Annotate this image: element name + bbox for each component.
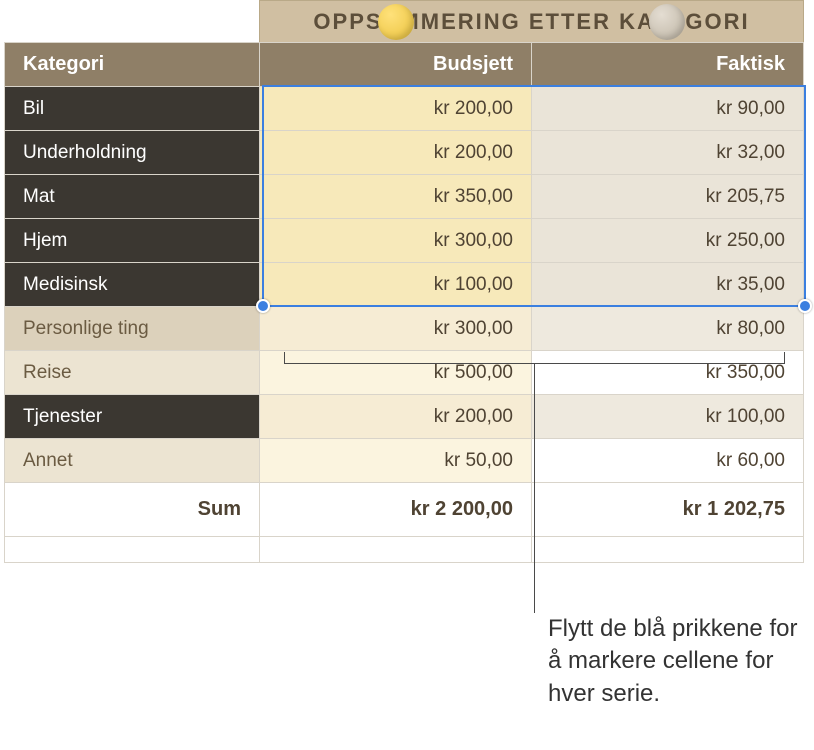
table-row[interactable]: Tjenester kr 200,00 kr 100,00	[5, 395, 804, 439]
cell-budget[interactable]: kr 350,00	[260, 175, 532, 219]
cell-category[interactable]: Bil	[5, 87, 260, 131]
col-header-category[interactable]: Kategori	[5, 43, 260, 87]
cell-category[interactable]: Medisinsk	[5, 263, 260, 307]
cell-actual[interactable]: kr 100,00	[532, 395, 804, 439]
cell-actual[interactable]: kr 350,00	[532, 351, 804, 395]
callout-text: Flytt de blå prikkene for å markere cell…	[548, 613, 808, 710]
header-row: Kategori Budsjett Faktisk	[5, 43, 804, 87]
budget-table-wrap: OPPSUMMERING ETTER KATEGORI Kategori Bud…	[4, 0, 804, 563]
series-dot-grey-icon	[649, 4, 685, 40]
budget-table[interactable]: Kategori Budsjett Faktisk Bil kr 200,00 …	[4, 42, 804, 563]
table-row[interactable]: Personlige ting kr 300,00 kr 80,00	[5, 307, 804, 351]
empty-row	[5, 537, 804, 563]
cell-category[interactable]: Hjem	[5, 219, 260, 263]
cell-actual[interactable]: kr 80,00	[532, 307, 804, 351]
cell-actual[interactable]: kr 60,00	[532, 439, 804, 483]
table-row[interactable]: Medisinsk kr 100,00 kr 35,00	[5, 263, 804, 307]
cell-actual[interactable]: kr 250,00	[532, 219, 804, 263]
table-row[interactable]: Mat kr 350,00 kr 205,75	[5, 175, 804, 219]
cell-category[interactable]: Reise	[5, 351, 260, 395]
table-title-bar: OPPSUMMERING ETTER KATEGORI	[259, 0, 804, 42]
cell-category[interactable]: Tjenester	[5, 395, 260, 439]
col-header-budget[interactable]: Budsjett	[260, 43, 532, 87]
cell-category[interactable]: Underholdning	[5, 131, 260, 175]
cell-budget[interactable]: kr 300,00	[260, 219, 532, 263]
cell-budget[interactable]: kr 200,00	[260, 87, 532, 131]
table-row[interactable]: Reise kr 500,00 kr 350,00	[5, 351, 804, 395]
cell-actual[interactable]: kr 35,00	[532, 263, 804, 307]
col-header-actual[interactable]: Faktisk	[532, 43, 804, 87]
table-row[interactable]: Hjem kr 300,00 kr 250,00	[5, 219, 804, 263]
cell-budget[interactable]: kr 200,00	[260, 131, 532, 175]
table-row[interactable]: Underholdning kr 200,00 kr 32,00	[5, 131, 804, 175]
sum-row[interactable]: Sum kr 2 200,00 kr 1 202,75	[5, 483, 804, 537]
sum-label[interactable]: Sum	[5, 483, 260, 537]
cell-actual[interactable]: kr 90,00	[532, 87, 804, 131]
table-row[interactable]: Annet kr 50,00 kr 60,00	[5, 439, 804, 483]
cell-budget[interactable]: kr 500,00	[260, 351, 532, 395]
cell-budget[interactable]: kr 100,00	[260, 263, 532, 307]
table-row[interactable]: Bil kr 200,00 kr 90,00	[5, 87, 804, 131]
cell-category[interactable]: Annet	[5, 439, 260, 483]
sum-actual[interactable]: kr 1 202,75	[532, 483, 804, 537]
cell-actual[interactable]: kr 32,00	[532, 131, 804, 175]
cell-category[interactable]: Personlige ting	[5, 307, 260, 351]
cell-category[interactable]: Mat	[5, 175, 260, 219]
cell-budget[interactable]: kr 200,00	[260, 395, 532, 439]
cell-budget[interactable]: kr 50,00	[260, 439, 532, 483]
sum-budget[interactable]: kr 2 200,00	[260, 483, 532, 537]
series-dot-yellow-icon	[378, 4, 414, 40]
cell-budget[interactable]: kr 300,00	[260, 307, 532, 351]
cell-actual[interactable]: kr 205,75	[532, 175, 804, 219]
